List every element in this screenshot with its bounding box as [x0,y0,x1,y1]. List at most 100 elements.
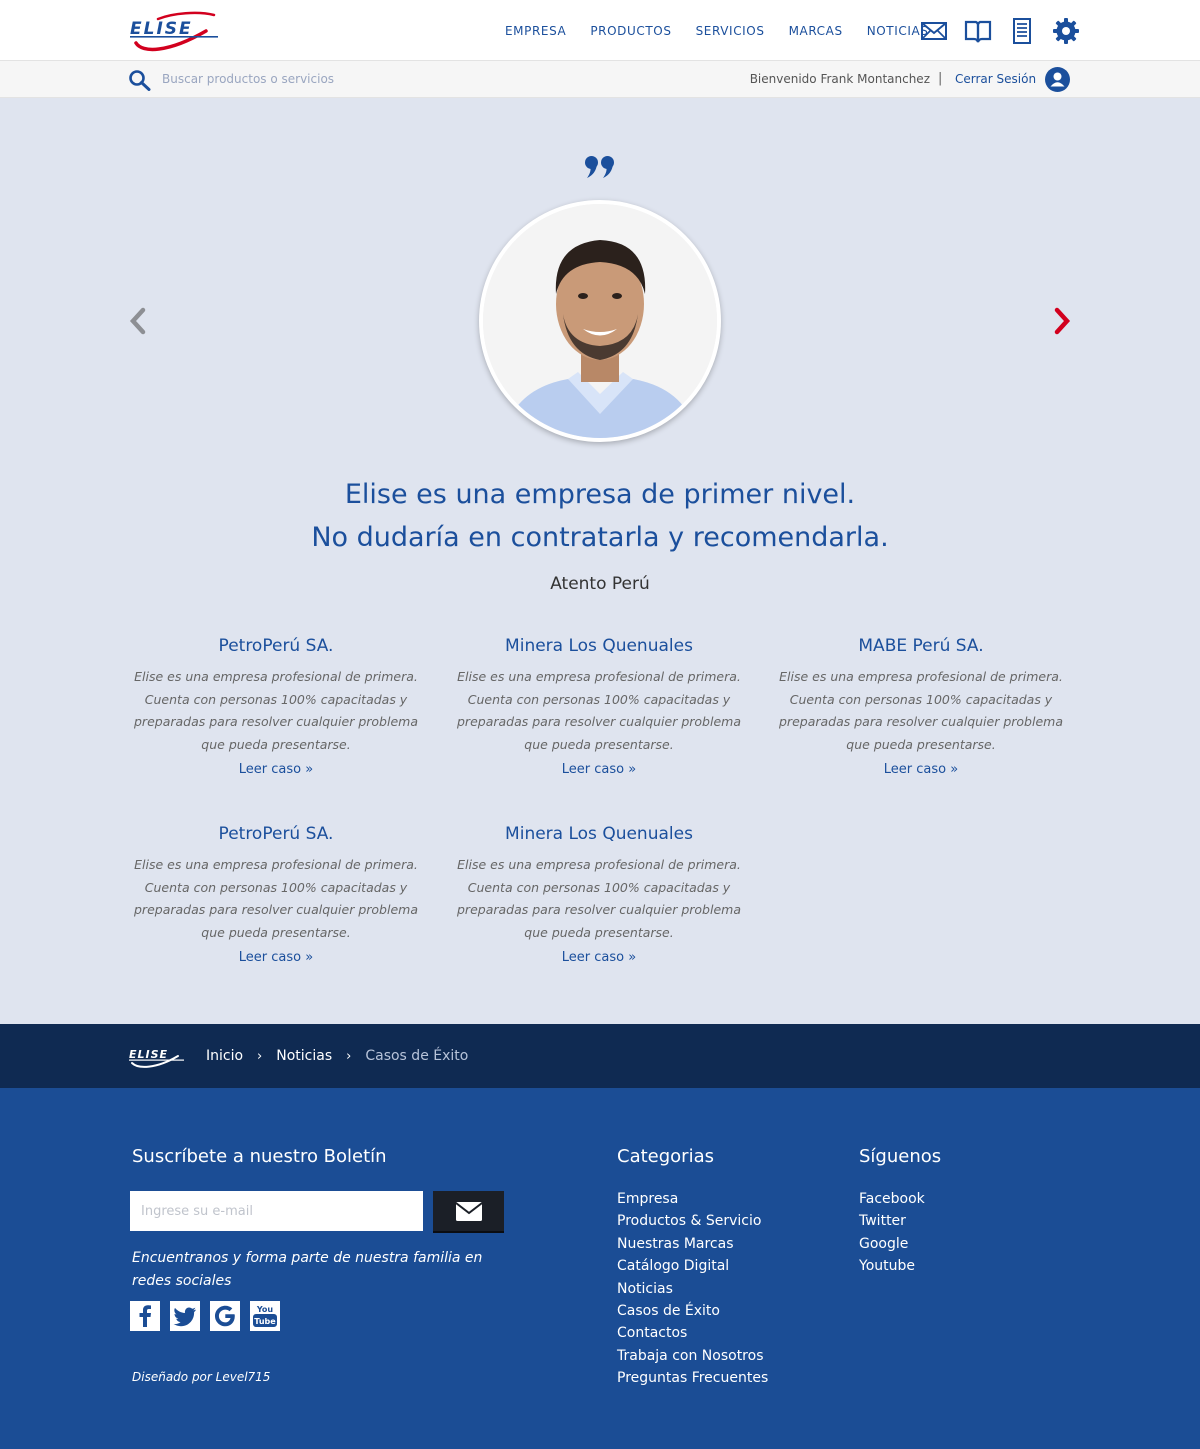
case-card: MABE Perú SA. Elise es una empresa profe… [771,636,1071,777]
youtube-icon[interactable]: You Tube [250,1301,280,1331]
category-link[interactable]: Productos & Servicio [617,1213,761,1229]
facebook-icon[interactable] [130,1301,160,1331]
svg-text:You: You [256,1305,274,1314]
follow-list: Facebook Twitter Google Youtube [859,1188,925,1278]
case-description: Elise es una empresa profesional de prim… [457,857,741,940]
header-icons [920,17,1096,45]
case-title: PetroPerú SA. [218,824,334,844]
category-link[interactable]: Noticias [617,1281,673,1297]
list-item: Facebook [859,1188,925,1210]
breadcrumb-current: Casos de Éxito [365,1048,469,1064]
user-account-icon[interactable] [1045,67,1070,92]
svg-text:Tube: Tube [254,1317,276,1326]
case-title: PetroPerú SA. [218,636,334,656]
category-link[interactable]: Contactos [617,1325,687,1341]
testimonial-quote: Elise es una empresa de primer nivel. No… [0,473,1200,559]
category-link[interactable]: Preguntas Frecuentes [617,1370,768,1386]
catalog-book-icon[interactable] [964,17,992,45]
testimonial-author: Atento Perú [550,574,650,594]
category-link[interactable]: Catálogo Digital [617,1258,729,1274]
case-card: Minera Los Quenuales Elise es una empres… [449,824,749,965]
case-description: Elise es una empresa profesional de prim… [457,669,741,752]
social-invite-text: Encuentranos y forma parte de nuestra fa… [132,1250,483,1289]
social-link-facebook[interactable]: Facebook [859,1191,925,1207]
list-item: Preguntas Frecuentes [617,1367,768,1389]
google-icon[interactable] [210,1301,240,1331]
case-description: Elise es una empresa profesional de prim… [134,857,418,940]
read-case-link[interactable]: Leer caso » [239,950,313,965]
main-nav: EMPRESA PRODUCTOS SERVICIOS MARCAS NOTIC… [505,0,953,61]
newsletter-title: Suscríbete a nuestro Boletín [132,1146,387,1167]
social-icons: You Tube [130,1301,290,1331]
nav-marcas[interactable]: MARCAS [789,24,843,38]
mail-icon[interactable] [920,17,948,45]
svg-text:ELISE: ELISE [129,1048,168,1061]
case-card: PetroPerú SA. Elise es una empresa profe… [126,636,426,777]
read-case-link[interactable]: Leer caso » [562,950,636,965]
breadcrumb-bar: ELISE Inicio › Noticias › Casos de Éxito [0,1024,1200,1088]
search-bar: Bienvenido Frank Montanchez | Cerrar Ses… [0,61,1200,98]
social-link-google[interactable]: Google [859,1236,908,1252]
list-document-icon[interactable] [1008,17,1036,45]
list-item: Trabaja con Nosotros [617,1345,768,1367]
case-card: PetroPerú SA. Elise es una empresa profe… [126,824,426,965]
testimonial-section: Elise es una empresa de primer nivel. No… [0,98,1200,1024]
list-item: Nuestras Marcas [617,1233,768,1255]
list-item: Google [859,1233,925,1255]
case-description: Elise es una empresa profesional de prim… [779,669,1063,752]
read-case-link[interactable]: Leer caso » [562,762,636,777]
list-item: Empresa [617,1188,768,1210]
case-title: Minera Los Quenuales [505,824,693,844]
list-item: Productos & Servicio [617,1210,768,1232]
quote-line-1: Elise es una empresa de primer nivel. [344,479,856,510]
envelope-icon [455,1201,482,1221]
case-title: MABE Perú SA. [858,636,984,656]
list-item: Contactos [617,1322,768,1344]
breadcrumb-inicio[interactable]: Inicio [206,1048,243,1064]
elise-logo[interactable]: ELISE [128,9,220,53]
breadcrumb-separator: › [257,1048,263,1064]
quote-line-2: No dudaría en contratarla y recomendarla… [311,522,889,553]
nav-servicios[interactable]: SERVICIOS [696,24,765,38]
newsletter-submit-button[interactable] [433,1191,504,1233]
list-item: Casos de Éxito [617,1300,768,1322]
list-item: Twitter [859,1210,925,1232]
elise-footer-logo[interactable]: ELISE [128,1043,186,1069]
case-description: Elise es una empresa profesional de prim… [134,669,418,752]
user-separator: | [938,71,943,86]
newsletter-email-input[interactable] [130,1191,423,1231]
categories-list: Empresa Productos & Servicio Nuestras Ma… [617,1188,768,1390]
list-item: Youtube [859,1255,925,1277]
carousel-next-arrow[interactable] [1053,307,1071,335]
design-credit: Diseñado por Level715 [132,1370,271,1384]
nav-productos[interactable]: PRODUCTOS [590,24,671,38]
search-input[interactable] [162,68,562,90]
social-link-youtube[interactable]: Youtube [859,1258,915,1274]
case-card: Minera Los Quenuales Elise es una empres… [449,636,749,777]
list-item: Catálogo Digital [617,1255,768,1277]
welcome-text: Bienvenido Frank Montanchez [749,72,930,86]
carousel-prev-arrow[interactable] [129,307,147,335]
category-link[interactable]: Casos de Éxito [617,1303,720,1319]
breadcrumb-noticias[interactable]: Noticias [276,1048,332,1064]
logout-link[interactable]: Cerrar Sesión [955,72,1036,86]
category-link[interactable]: Trabaja con Nosotros [617,1348,764,1364]
quote-icon [585,156,614,178]
breadcrumb-separator: › [346,1048,352,1064]
list-item: Noticias [617,1278,768,1300]
footer: Suscríbete a nuestro Boletín Encuentrano… [0,1088,1200,1449]
case-title: Minera Los Quenuales [505,636,693,656]
category-link[interactable]: Empresa [617,1191,678,1207]
read-case-link[interactable]: Leer caso » [239,762,313,777]
search-icon[interactable] [128,69,152,91]
social-link-twitter[interactable]: Twitter [859,1213,906,1229]
follow-title: Síguenos [859,1146,942,1167]
nav-empresa[interactable]: EMPRESA [505,24,566,38]
settings-gear-icon[interactable] [1052,17,1080,45]
category-link[interactable]: Nuestras Marcas [617,1236,734,1252]
twitter-icon[interactable] [170,1301,200,1331]
read-case-link[interactable]: Leer caso » [884,762,958,777]
categories-title: Categorias [617,1146,714,1167]
testimonial-avatar [479,200,721,442]
breadcrumb: Inicio › Noticias › Casos de Éxito [206,1048,468,1064]
